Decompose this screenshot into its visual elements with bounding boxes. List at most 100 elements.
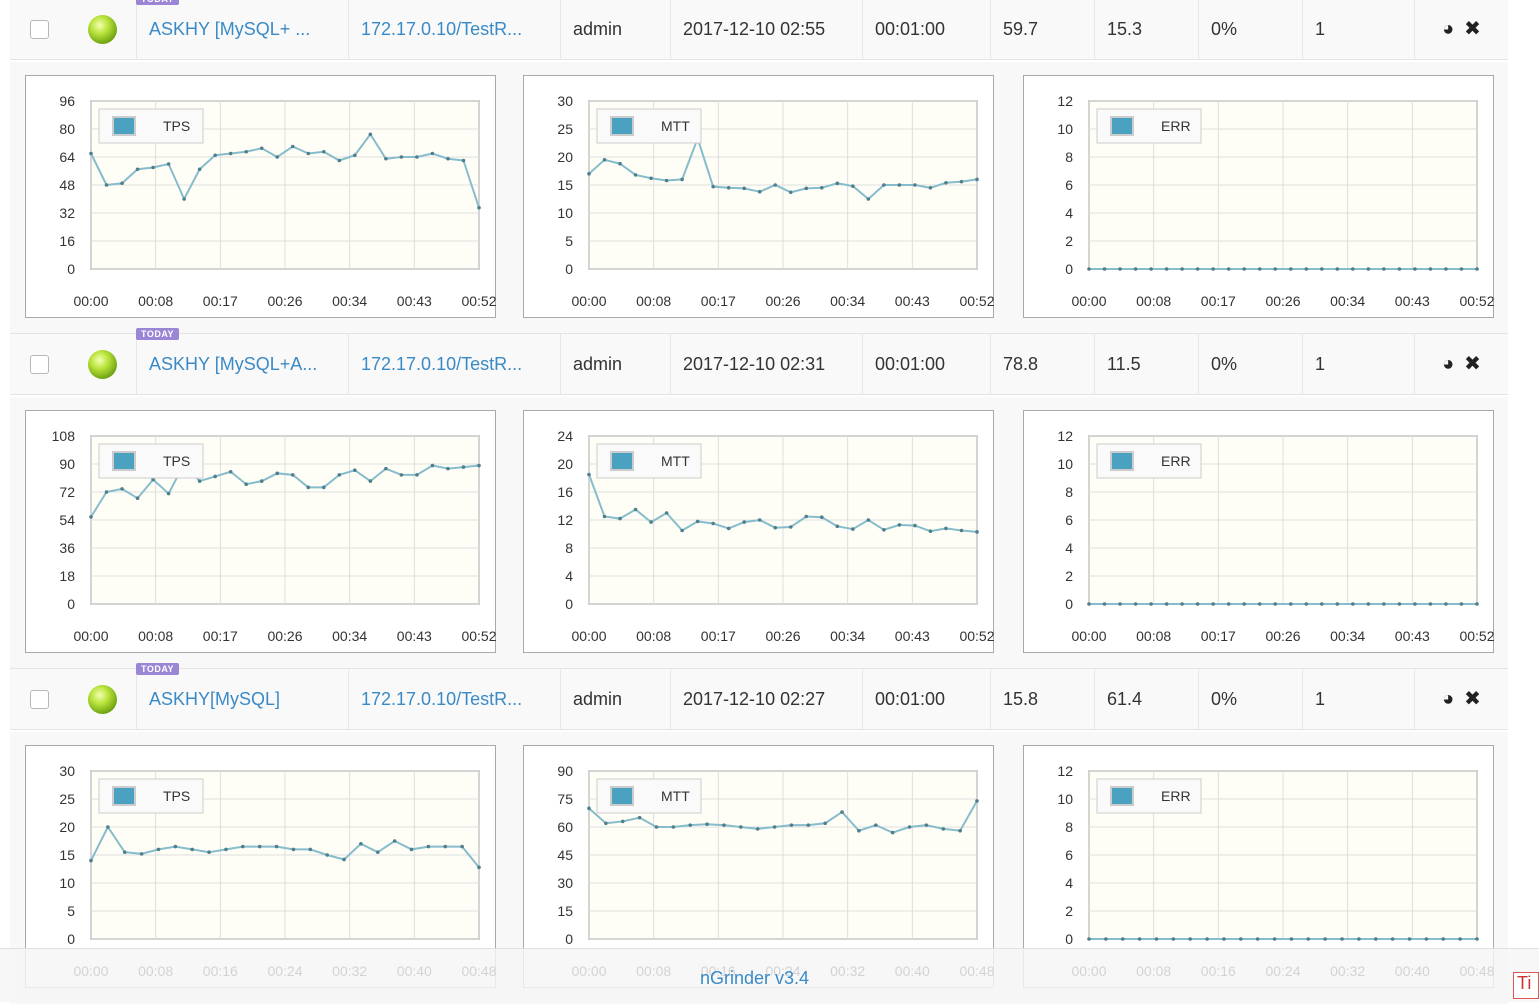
test-row[interactable]: ASKHY [MySQL+ ... 172.17.0.10/TestR... adm… <box>10 0 1508 60</box>
legend-label: MTT <box>661 788 690 804</box>
y-tick-label: 32 <box>59 205 75 221</box>
delete-icon[interactable]: ✖ <box>1464 354 1481 374</box>
legend-swatch <box>1110 116 1134 136</box>
x-tick-label: 00:34 <box>1330 293 1365 309</box>
data-point <box>1289 937 1294 941</box>
x-tick-label: 00:17 <box>701 628 736 644</box>
data-point <box>135 167 140 172</box>
data-point <box>337 473 342 477</box>
version-link[interactable]: nGrinder v3.4 <box>700 968 809 989</box>
target-link[interactable]: 172.17.0.10/TestR... <box>361 354 522 375</box>
data-point <box>1288 602 1293 606</box>
mtt-cell: 61.4 <box>1107 688 1143 709</box>
y-tick-label: 0 <box>1065 596 1073 612</box>
test-name-link[interactable]: ASKHY [MySQL+A... <box>149 354 317 375</box>
y-tick-label: 16 <box>557 484 573 500</box>
data-point <box>757 518 762 522</box>
data-point <box>1428 602 1433 606</box>
data-point <box>913 183 917 187</box>
data-point <box>649 520 653 524</box>
y-tick-label: 75 <box>557 791 573 807</box>
data-point <box>430 151 435 156</box>
data-point <box>430 463 435 468</box>
y-tick-label: 90 <box>557 763 573 779</box>
start-time-cell-wrap: 2017-12-10 02:55 <box>670 0 862 59</box>
data-point <box>1272 937 1277 941</box>
y-tick-label: 80 <box>59 121 75 137</box>
data-point <box>1137 937 1142 941</box>
test-name-link[interactable]: ASKHY [MySQL+ ... <box>149 19 310 40</box>
data-point <box>1149 267 1153 271</box>
data-point <box>322 485 326 490</box>
x-tick-label: 00:17 <box>701 293 736 309</box>
data-point <box>944 180 948 185</box>
data-point <box>1180 602 1184 606</box>
data-point <box>788 190 793 195</box>
stop-icon[interactable]: ◕ <box>1442 689 1454 709</box>
checkbox-cell <box>10 334 68 394</box>
data-point <box>1373 937 1378 941</box>
delete-icon[interactable]: ✖ <box>1464 689 1481 709</box>
stop-icon[interactable]: ◕ <box>1442 354 1454 374</box>
row-checkbox[interactable] <box>29 689 49 709</box>
legend-label: TPS <box>163 453 190 469</box>
data-point <box>773 183 778 187</box>
data-point <box>1444 267 1448 271</box>
legend-label: TPS <box>163 118 190 134</box>
tps-chart: 0 16 32 48 64 80 96 00:00 00:08 00:17 00:26 00:34 00… <box>25 75 497 318</box>
data-point <box>1239 937 1243 941</box>
y-tick-label: 5 <box>565 233 573 249</box>
delete-icon[interactable]: ✖ <box>1464 19 1481 39</box>
test-row[interactable]: ASKHY[MySQL] 172.17.0.10/TestR... admin 201… <box>10 663 1508 730</box>
owner-cell: admin <box>573 688 623 709</box>
data-point <box>337 158 342 163</box>
vusers-cell-wrap: 1 <box>1302 0 1414 59</box>
status-cell <box>68 0 136 59</box>
data-point <box>89 151 93 156</box>
data-point <box>446 156 450 161</box>
x-tick-label: 00:52 <box>461 628 496 644</box>
y-tick-label: 10 <box>1057 456 1073 472</box>
data-point <box>618 161 622 166</box>
corner-tab[interactable]: Ti <box>1513 972 1539 999</box>
actions-cell: ◕ ✖ <box>1414 0 1508 59</box>
stop-icon[interactable]: ◕ <box>1442 19 1454 39</box>
data-point <box>851 184 855 188</box>
duration-cell: 00:01:00 <box>875 353 946 374</box>
chart-svg: 0 18 36 54 72 90 108 00:00 00:08 00:17 00:26 00:34 0… <box>52 428 497 644</box>
y-tick-label: 20 <box>557 149 573 165</box>
y-tick-label: 108 <box>52 428 76 444</box>
y-tick-label: 54 <box>59 512 75 528</box>
data-point <box>1357 937 1361 941</box>
data-point <box>1366 602 1371 606</box>
data-point <box>213 153 217 158</box>
data-point <box>322 149 326 154</box>
y-tick-label: 12 <box>1057 428 1073 444</box>
data-point <box>897 523 902 527</box>
data-point <box>1273 602 1278 606</box>
data-point <box>241 844 245 849</box>
y-tick-label: 10 <box>1057 791 1073 807</box>
data-point <box>1226 267 1231 271</box>
data-point <box>120 181 124 186</box>
data-point <box>274 844 279 849</box>
target-link[interactable]: 172.17.0.10/TestR... <box>361 19 522 40</box>
row-checkbox[interactable] <box>29 19 49 39</box>
data-point <box>928 529 933 533</box>
target-link[interactable]: 172.17.0.10/TestR... <box>361 689 522 710</box>
data-point <box>772 825 777 829</box>
test-name-link[interactable]: ASKHY[MySQL] <box>149 689 280 710</box>
chart-svg: 0 16 32 48 64 80 96 00:00 00:08 00:17 00:26 00:34 00… <box>59 93 496 309</box>
y-tick-label: 4 <box>1065 540 1073 556</box>
x-tick-label: 00:17 <box>1201 628 1236 644</box>
data-point <box>275 471 280 476</box>
data-point <box>1273 267 1278 271</box>
tps-cell: 59.7 <box>1003 18 1039 39</box>
test-row[interactable]: ASKHY [MySQL+A... 172.17.0.10/TestR... adm… <box>10 328 1508 395</box>
row-checkbox[interactable] <box>29 354 49 374</box>
data-point <box>1413 267 1417 271</box>
y-tick-label: 2 <box>1065 233 1073 249</box>
x-tick-label: 00:34 <box>1330 628 1365 644</box>
legend-swatch <box>610 451 634 471</box>
data-point <box>306 485 311 490</box>
